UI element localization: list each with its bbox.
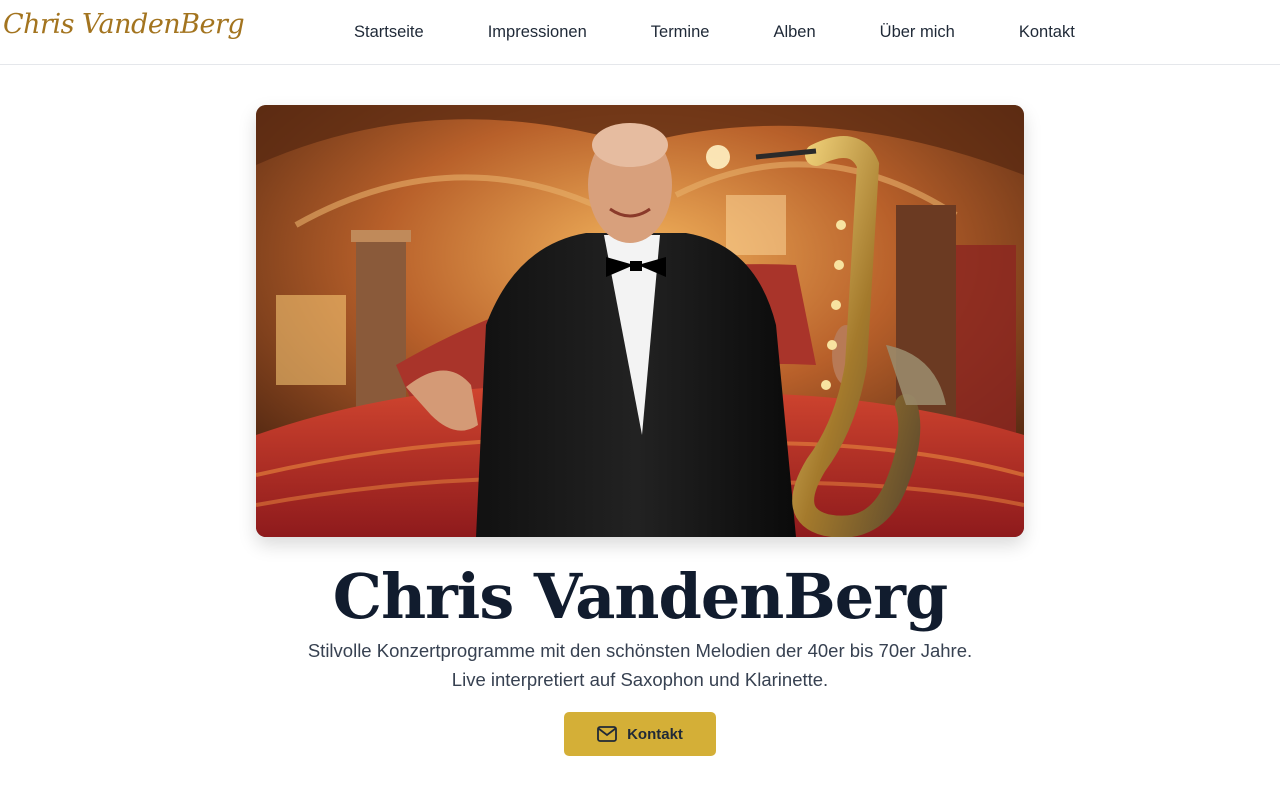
site-header: Chris VandenBerg Startseite Impressionen… xyxy=(0,0,1280,65)
hero-image xyxy=(256,105,1024,537)
nav-ueber-mich[interactable]: Über mich xyxy=(848,23,987,42)
nav-alben[interactable]: Alben xyxy=(741,23,847,42)
nav-impressionen[interactable]: Impressionen xyxy=(456,23,619,42)
contact-button-label: Kontakt xyxy=(627,725,683,743)
hero-tagline-line1: Stilvolle Konzertprogramme mit den schön… xyxy=(307,640,973,661)
site-logo[interactable]: Chris VandenBerg xyxy=(3,9,245,40)
contact-button[interactable]: Kontakt xyxy=(564,712,716,756)
mail-icon xyxy=(597,726,617,742)
main-nav: Startseite Impressionen Termine Alben Üb… xyxy=(322,0,1107,64)
hero-tagline-line2: Live interpretiert auf Saxophon und Klar… xyxy=(451,669,829,690)
hero-title: Chris VandenBerg xyxy=(332,560,949,633)
nav-startseite[interactable]: Startseite xyxy=(322,23,456,42)
nav-termine[interactable]: Termine xyxy=(619,23,742,42)
nav-kontakt[interactable]: Kontakt xyxy=(987,23,1107,42)
